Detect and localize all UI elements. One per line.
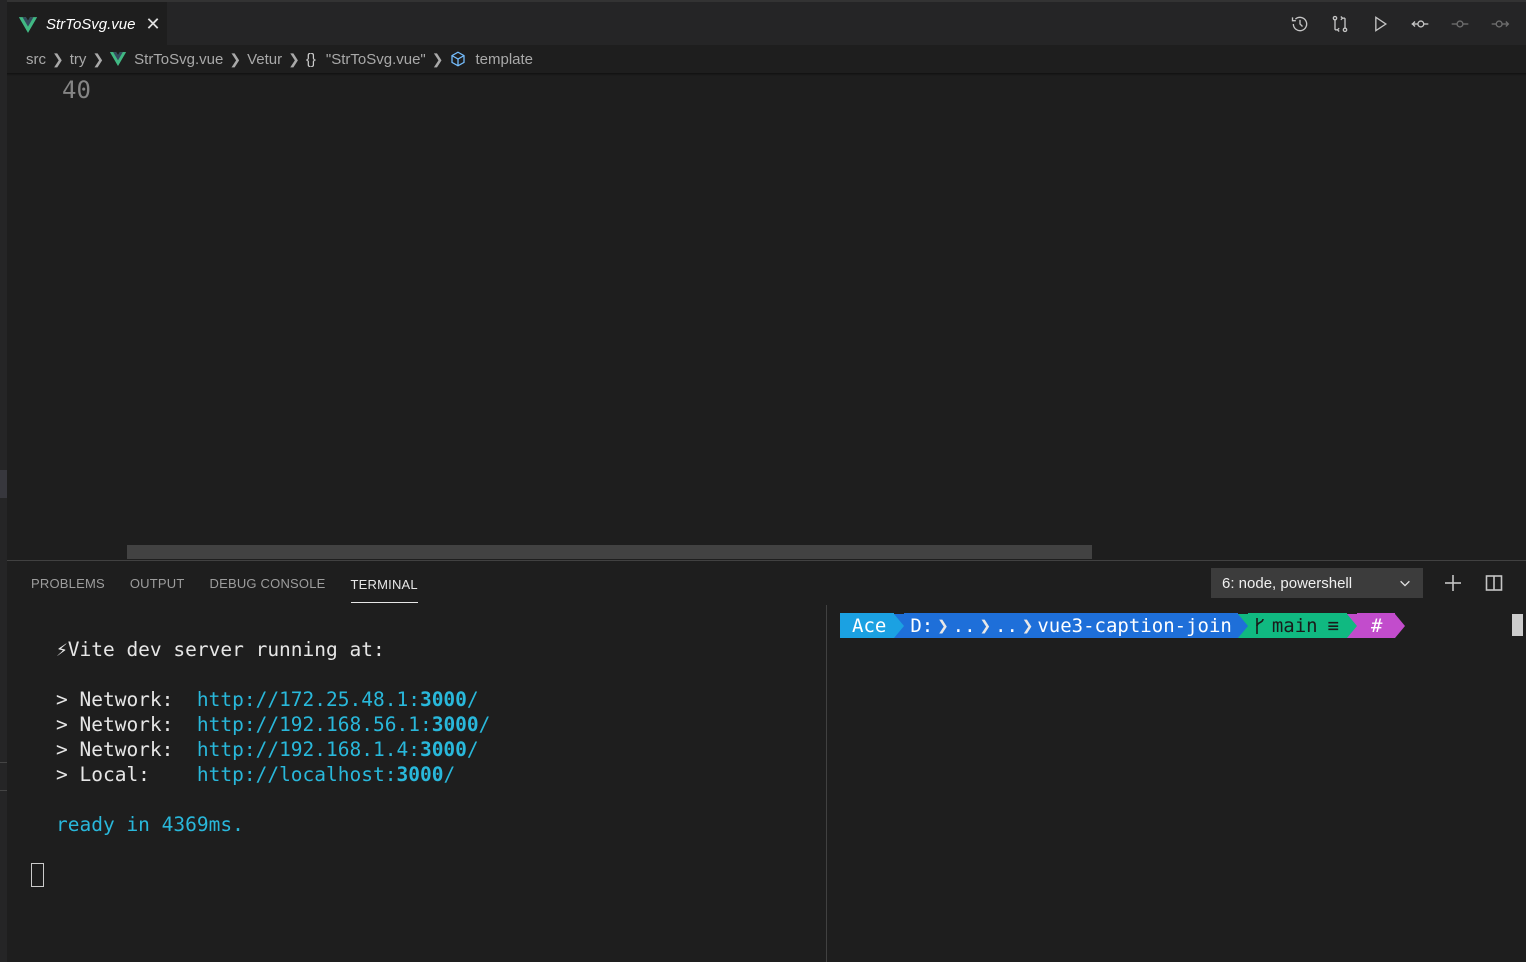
terminal-row: > Network: http://172.25.48.1:3000/ — [56, 688, 479, 711]
prompt-branch-status: ≡ — [1327, 614, 1340, 637]
chevron-right-icon: ❯ — [1021, 614, 1034, 637]
breadcrumb-src[interactable]: src — [26, 51, 46, 68]
activity-edge — [0, 0, 7, 962]
powerline-arrow-icon — [894, 613, 905, 638]
powerline-arrow-icon — [1347, 613, 1358, 638]
split-terminal-button[interactable] — [1481, 570, 1507, 596]
history-icon[interactable] — [1288, 12, 1312, 36]
terminal-cursor — [1512, 614, 1523, 636]
chevron-right-icon: ❯ — [979, 614, 992, 637]
terminal-select-value: 6: node, powershell — [1222, 574, 1353, 592]
prompt-dots: .. — [952, 614, 976, 637]
edge-divider — [0, 762, 7, 763]
prompt-drive: D: — [910, 614, 934, 637]
terminal-row: > Local: http://localhost:3000/ — [56, 763, 455, 786]
row-label: > Network: — [56, 713, 197, 736]
new-terminal-button[interactable] — [1440, 570, 1466, 596]
next-change-icon[interactable] — [1488, 12, 1512, 36]
plus-icon — [1445, 575, 1461, 591]
vue-file-icon — [110, 52, 127, 66]
terminal-row: > Network: http://192.168.1.4:3000/ — [56, 738, 479, 761]
url-link[interactable]: http://172.25.48.1:3000/ — [197, 688, 479, 711]
terminal-cursor — [31, 863, 44, 887]
ready-message: ready in 4369ms. — [56, 813, 244, 836]
url-link[interactable]: http://192.168.1.4:3000/ — [197, 738, 479, 761]
vue-file-icon — [19, 16, 37, 33]
tab-title: StrToSvg.vue — [46, 16, 136, 33]
tab-terminal[interactable]: TERMINAL — [350, 563, 418, 603]
run-icon[interactable] — [1368, 12, 1392, 36]
chevron-right-icon: ❯ — [431, 50, 444, 67]
terminal-row: > Network: http://192.168.56.1:3000/ — [56, 713, 490, 736]
prompt-dots: .. — [995, 614, 1018, 637]
powershell-prompt: Ace D: ❯ .. ❯ .. ❯ vue3-caption-join mai… — [840, 613, 1405, 638]
cube-icon — [451, 51, 466, 67]
prompt-branch: main — [1271, 614, 1318, 637]
breadcrumb-template[interactable]: template — [475, 51, 533, 68]
row-label: > Local: — [56, 763, 197, 786]
url-link[interactable]: http://localhost:3000/ — [197, 763, 455, 786]
breadcrumb-file[interactable]: StrToSvg.vue — [134, 51, 223, 68]
chevron-right-icon: ❯ — [288, 50, 300, 67]
terminal-select[interactable]: 6: node, powershell — [1211, 568, 1423, 598]
edge-divider — [0, 790, 7, 791]
tab-problems[interactable]: PROBLEMS — [31, 561, 105, 605]
prompt-path: D: ❯ .. ❯ .. ❯ vue3-caption-join — [904, 613, 1238, 638]
previous-change-icon[interactable] — [1448, 12, 1472, 36]
compare-changes-icon[interactable] — [1328, 12, 1352, 36]
vscode-window: StrToSvg.vue ✕ src ❯ try ❯ StrToSvg.vue … — [0, 0, 1526, 962]
code-editor[interactable]: 40 — [7, 76, 1526, 560]
braces-icon: {} — [305, 50, 316, 68]
terminal-heading: ⚡Vite dev server running at: — [56, 638, 385, 661]
breadcrumb-vetur[interactable]: Vetur — [247, 51, 282, 68]
editor-tab-bar: StrToSvg.vue ✕ — [7, 0, 1526, 47]
breadcrumb-try[interactable]: try — [70, 51, 87, 68]
prompt-hash: # — [1357, 613, 1395, 638]
terminal-split-divider[interactable] — [826, 605, 827, 962]
url-link[interactable]: http://192.168.56.1:3000/ — [197, 713, 491, 736]
close-icon[interactable]: ✕ — [146, 14, 161, 35]
edge-marker — [0, 470, 7, 498]
git-branch-icon — [1256, 617, 1264, 634]
powerline-arrow-icon — [1237, 613, 1248, 638]
terminal-pane-left[interactable]: ⚡Vite dev server running at: > Network: … — [7, 605, 827, 962]
row-label: > Network: — [56, 738, 197, 761]
tab-debug-console[interactable]: DEBUG CONSOLE — [210, 561, 326, 605]
git-commit-icon[interactable] — [1408, 12, 1432, 36]
horizontal-scrollbar[interactable] — [127, 545, 1092, 559]
editor-toolbar — [1288, 9, 1512, 39]
tab-output[interactable]: OUTPUT — [130, 561, 185, 605]
powerline-arrow-icon — [1394, 613, 1405, 638]
split-icon — [1485, 575, 1503, 591]
breadcrumb: src ❯ try ❯ StrToSvg.vue ❯ Vetur ❯ {} "S… — [7, 45, 1526, 73]
chevron-down-icon — [1400, 580, 1410, 587]
breadcrumb-module[interactable]: "StrToSvg.vue" — [326, 51, 426, 68]
prompt-folder: vue3-caption-join — [1037, 614, 1232, 637]
row-label: > Network: — [56, 688, 197, 711]
chevron-right-icon: ❯ — [229, 50, 242, 67]
chevron-right-icon: ❯ — [52, 50, 64, 67]
prompt-user: Ace — [840, 613, 895, 638]
editor-tab[interactable]: StrToSvg.vue ✕ — [7, 2, 167, 47]
prompt-git: main ≡ — [1247, 613, 1348, 638]
line-number: 40 — [62, 76, 91, 104]
chevron-right-icon: ❯ — [937, 614, 949, 637]
chevron-right-icon: ❯ — [92, 50, 105, 67]
